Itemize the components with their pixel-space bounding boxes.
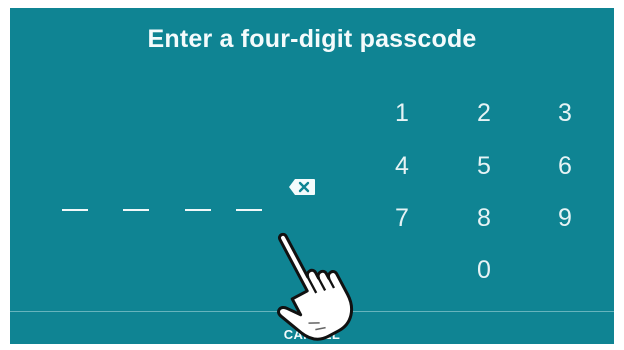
backspace-button[interactable] [288,178,316,196]
keypad-key-6[interactable]: 6 [545,152,585,181]
keypad-key-5[interactable]: 5 [464,152,504,181]
page-title: Enter a four-digit passcode [147,25,477,53]
keypad-key-4[interactable]: 4 [382,152,422,181]
passcode-slot-2 [123,209,149,211]
passcode-slot-3 [185,209,211,211]
keypad-key-9[interactable]: 9 [545,204,585,233]
passcode-screen: Enter a four-digit passcode 1 2 3 4 5 6 … [10,8,614,344]
keypad-key-8[interactable]: 8 [464,204,504,233]
keypad-key-2[interactable]: 2 [464,99,504,128]
hand-pointer-icon [277,232,354,341]
keypad-key-1[interactable]: 1 [382,99,422,128]
passcode-slot-4 [236,209,262,211]
keypad-key-3[interactable]: 3 [545,99,585,128]
backspace-icon [289,179,315,195]
keypad-key-0[interactable]: 0 [464,256,504,285]
passcode-slot-1 [62,209,88,211]
